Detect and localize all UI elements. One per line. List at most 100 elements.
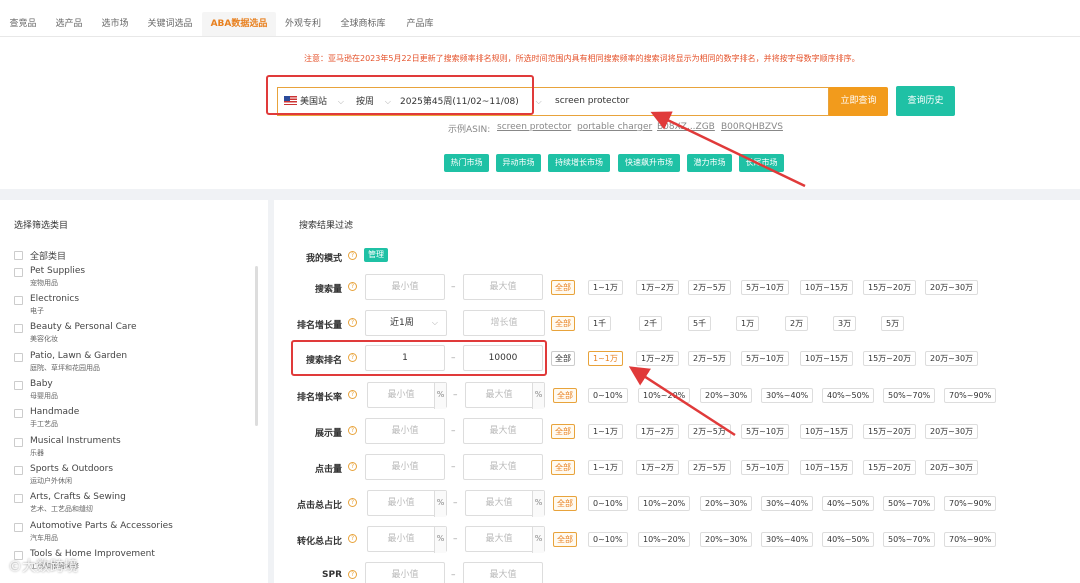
range-chip[interactable]: 10%~20% bbox=[638, 532, 691, 547]
range-chip[interactable]: 10%~20% bbox=[638, 496, 691, 511]
all-option[interactable]: 全部 bbox=[551, 280, 575, 295]
checkbox[interactable] bbox=[14, 324, 23, 333]
tab-design-patents[interactable]: 外观专利 bbox=[276, 12, 330, 36]
range-chip[interactable]: 30%~40% bbox=[761, 388, 814, 403]
range-chip[interactable]: 1~1万 bbox=[588, 424, 623, 439]
range-chip[interactable]: 5千 bbox=[688, 316, 712, 331]
category-scrollbar[interactable] bbox=[255, 266, 258, 426]
range-chip[interactable]: 10万~15万 bbox=[800, 424, 854, 439]
keyword-input[interactable]: screen protector bbox=[555, 88, 629, 115]
range-chip[interactable]: 3万 bbox=[833, 316, 857, 331]
tab-markets[interactable]: 选市场 bbox=[92, 12, 138, 36]
max-input[interactable]: 最大值 bbox=[463, 274, 543, 300]
range-chip[interactable]: 30%~40% bbox=[761, 496, 814, 511]
range-chip[interactable]: 30%~40% bbox=[761, 532, 814, 547]
min-input[interactable]: 最小值 bbox=[365, 454, 445, 480]
checkbox[interactable] bbox=[14, 409, 23, 418]
min-input[interactable]: 最小值 bbox=[365, 274, 445, 300]
range-chip[interactable]: 20%~30% bbox=[700, 388, 753, 403]
range-chip[interactable]: 1万~2万 bbox=[636, 460, 679, 475]
range-chip[interactable]: 20万~30万 bbox=[925, 351, 979, 366]
period-dropdown[interactable]: 近1周 ⌵ bbox=[365, 310, 447, 336]
help-icon[interactable]: ? bbox=[348, 282, 357, 291]
max-input[interactable]: 最大值 bbox=[463, 562, 543, 583]
range-chip[interactable]: 1~1万 bbox=[588, 460, 623, 475]
all-option[interactable]: 全部 bbox=[553, 388, 577, 403]
range-chip[interactable]: 1~1万 bbox=[588, 280, 623, 295]
min-input[interactable]: 最小值 % bbox=[367, 490, 447, 517]
market-longtail-button[interactable]: 长尾市场 bbox=[739, 154, 784, 172]
range-chip[interactable]: 5万~10万 bbox=[741, 460, 789, 475]
checkbox[interactable] bbox=[14, 268, 23, 277]
example-link[interactable]: portable charger bbox=[577, 122, 652, 132]
help-icon[interactable]: ? bbox=[348, 318, 357, 327]
help-icon[interactable]: ? bbox=[348, 498, 357, 507]
range-chip[interactable]: 2万~5万 bbox=[688, 424, 731, 439]
market-anomaly-button[interactable]: 异动市场 bbox=[496, 154, 541, 172]
range-chip[interactable]: 1万~2万 bbox=[636, 351, 679, 366]
range-chip[interactable]: 40%~50% bbox=[822, 532, 875, 547]
range-chip[interactable]: 70%~90% bbox=[944, 496, 997, 511]
help-icon[interactable]: ? bbox=[348, 251, 357, 260]
max-input[interactable]: 最大值 bbox=[463, 454, 543, 480]
range-chip[interactable]: 20万~30万 bbox=[925, 280, 979, 295]
checkbox[interactable] bbox=[14, 494, 23, 503]
min-input[interactable]: 最小值 bbox=[365, 562, 445, 583]
checkbox[interactable] bbox=[14, 296, 23, 305]
max-input[interactable]: 最大值 % bbox=[465, 526, 545, 553]
all-option[interactable]: 全部 bbox=[551, 460, 575, 475]
market-surging-button[interactable]: 快速飙升市场 bbox=[618, 154, 680, 172]
tab-keyword-selection[interactable]: 关键词选品 bbox=[138, 12, 202, 36]
checkbox[interactable] bbox=[14, 466, 23, 475]
help-icon[interactable]: ? bbox=[348, 534, 357, 543]
range-chip[interactable]: 15万~20万 bbox=[863, 424, 917, 439]
market-potential-button[interactable]: 潜力市场 bbox=[687, 154, 732, 172]
tab-products[interactable]: 选产品 bbox=[46, 12, 92, 36]
checkbox[interactable] bbox=[14, 353, 23, 362]
min-input[interactable]: 最小值 bbox=[365, 418, 445, 444]
range-chip[interactable]: 0~10% bbox=[588, 388, 628, 403]
max-input[interactable]: 最大值 bbox=[463, 418, 543, 444]
tab-competitors[interactable]: 查竞品 bbox=[0, 12, 46, 36]
range-chip[interactable]: 2万~5万 bbox=[688, 280, 731, 295]
example-link[interactable]: screen protector bbox=[497, 122, 571, 132]
range-chip[interactable]: 10万~15万 bbox=[800, 351, 854, 366]
range-chip[interactable]: 10万~15万 bbox=[800, 280, 854, 295]
query-button[interactable]: 立即查询 bbox=[829, 87, 888, 116]
history-button[interactable]: 查询历史 bbox=[896, 86, 955, 116]
range-chip[interactable]: 0~10% bbox=[588, 532, 628, 547]
all-option[interactable]: 全部 bbox=[551, 351, 575, 366]
range-chip[interactable]: 50%~70% bbox=[883, 496, 936, 511]
checkbox[interactable] bbox=[14, 523, 23, 532]
range-chip[interactable]: 20%~30% bbox=[700, 496, 753, 511]
range-chip[interactable]: 40%~50% bbox=[822, 388, 875, 403]
checkbox[interactable] bbox=[14, 438, 23, 447]
range-chip-selected[interactable]: 1~1万 bbox=[588, 351, 623, 366]
market-growth-button[interactable]: 持续增长市场 bbox=[548, 154, 610, 172]
range-chip[interactable]: 2万~5万 bbox=[688, 351, 731, 366]
range-chip[interactable]: 20%~30% bbox=[700, 532, 753, 547]
all-option[interactable]: 全部 bbox=[553, 496, 577, 511]
example-link[interactable]: B08XZ...ZGB bbox=[657, 122, 715, 132]
growth-input[interactable]: 增长值 bbox=[463, 310, 545, 336]
range-chip[interactable]: 70%~90% bbox=[944, 532, 997, 547]
range-chip[interactable]: 0~10% bbox=[588, 496, 628, 511]
range-chip[interactable]: 5万~10万 bbox=[741, 424, 789, 439]
max-input[interactable]: 最大值 % bbox=[465, 490, 545, 517]
range-chip[interactable]: 15万~20万 bbox=[863, 280, 917, 295]
range-chip[interactable]: 2万~5万 bbox=[688, 460, 731, 475]
range-chip[interactable]: 1万~2万 bbox=[636, 280, 679, 295]
range-chip[interactable]: 1万 bbox=[736, 316, 760, 331]
range-chip[interactable]: 2万 bbox=[785, 316, 809, 331]
tab-product-library[interactable]: 产品库 bbox=[396, 12, 444, 36]
min-input[interactable]: 最小值 % bbox=[367, 382, 447, 409]
example-link[interactable]: B00RQHBZVS bbox=[721, 122, 783, 132]
help-icon[interactable]: ? bbox=[348, 426, 357, 435]
range-chip[interactable]: 20万~30万 bbox=[925, 460, 979, 475]
all-option[interactable]: 全部 bbox=[551, 316, 575, 331]
checkbox[interactable] bbox=[14, 381, 23, 390]
range-chip[interactable]: 20万~30万 bbox=[925, 424, 979, 439]
range-chip[interactable]: 5万 bbox=[881, 316, 905, 331]
tab-global-trademarks[interactable]: 全球商标库 bbox=[330, 12, 396, 36]
range-chip[interactable]: 10万~15万 bbox=[800, 460, 854, 475]
